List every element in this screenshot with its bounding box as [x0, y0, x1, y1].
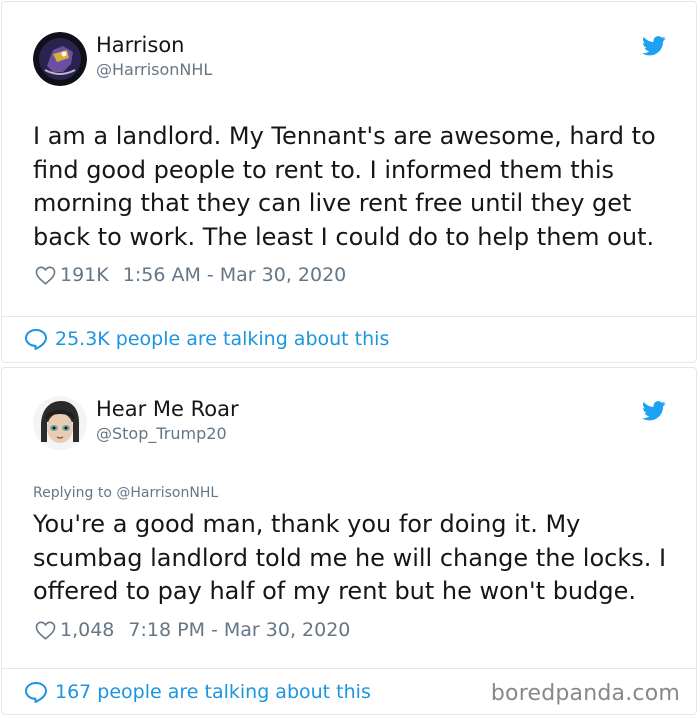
heart-icon[interactable]: [35, 621, 56, 640]
twitter-bird-icon[interactable]: [642, 401, 666, 421]
twitter-bird-icon[interactable]: [642, 36, 666, 56]
speech-bubble-icon: [25, 329, 47, 350]
speech-bubble-icon: [25, 682, 47, 703]
tweet-text: You're a good man, thank you for doing i…: [33, 510, 667, 605]
author-name[interactable]: Hear Me Roar: [96, 397, 239, 421]
like-count[interactable]: 1,048: [60, 619, 114, 641]
tweet-meta: 1,048 7:18 PM - Mar 30, 2020: [35, 619, 350, 641]
avatar[interactable]: [33, 32, 87, 86]
author-handle[interactable]: @HarrisonNHL: [96, 60, 212, 79]
talking-text[interactable]: 167 people are talking about this: [55, 681, 371, 703]
divider: [2, 668, 696, 669]
divider: [2, 316, 696, 317]
author-handle[interactable]: @Stop_Trump20: [96, 424, 227, 443]
avatar[interactable]: [33, 396, 87, 450]
replying-to[interactable]: Replying to @HarrisonNHL: [33, 485, 218, 501]
like-count[interactable]: 191K: [60, 264, 109, 286]
tweet-meta: 191K 1:56 AM - Mar 30, 2020: [35, 264, 346, 286]
tweet-card: Harrison @HarrisonNHL I am a landlord. M…: [1, 1, 697, 363]
talking-text[interactable]: 25.3K people are talking about this: [55, 328, 389, 350]
watermark: boredpanda.com: [490, 681, 680, 706]
tweet-timestamp[interactable]: 1:56 AM - Mar 30, 2020: [123, 264, 347, 286]
tweet-card: Hear Me Roar @Stop_Trump20 Replying to @…: [1, 367, 697, 715]
talking-link[interactable]: 167 people are talking about this: [24, 681, 371, 703]
author-name[interactable]: Harrison: [96, 33, 185, 57]
tweet-timestamp[interactable]: 7:18 PM - Mar 30, 2020: [128, 619, 350, 641]
tweet-text: I am a landlord. My Tennant's are awesom…: [33, 122, 656, 251]
talking-link[interactable]: 25.3K people are talking about this: [24, 328, 389, 350]
heart-icon[interactable]: [35, 266, 56, 285]
